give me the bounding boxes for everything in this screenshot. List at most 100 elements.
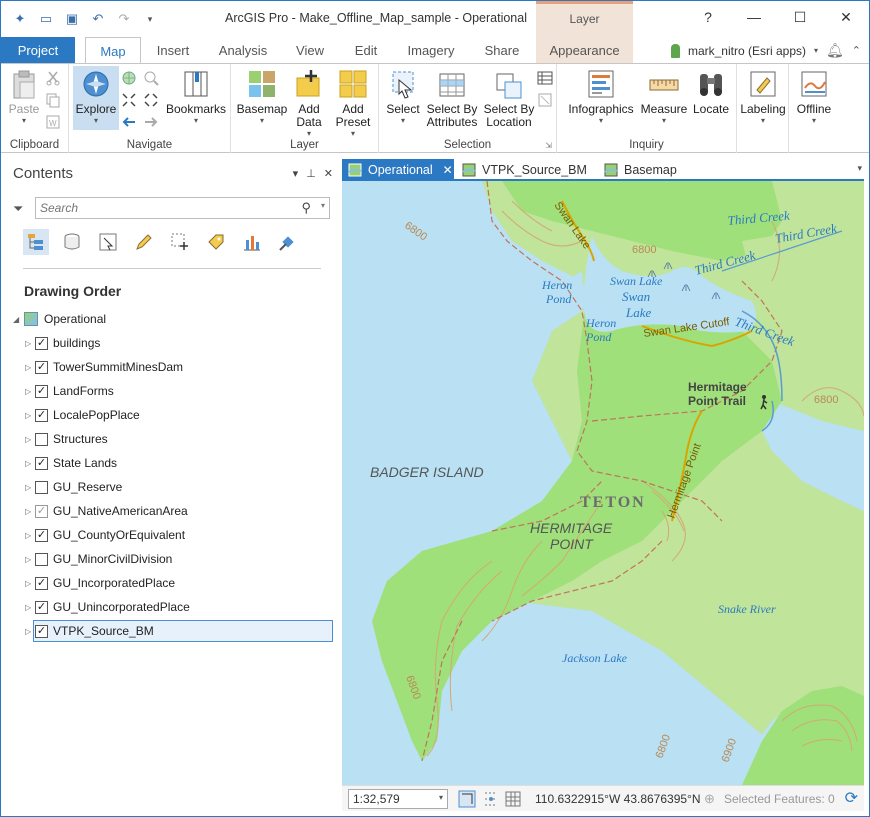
refresh-icon[interactable]: ⟳ (845, 788, 858, 808)
customize-qat-icon[interactable]: ▾ (139, 9, 161, 29)
expand-icon[interactable]: ▷ (25, 339, 31, 348)
undo-icon[interactable]: ↶ (87, 9, 109, 29)
layer-row[interactable]: ▷ GU_MinorCivilDivision (7, 547, 337, 571)
expand-icon[interactable]: ▷ (25, 531, 31, 540)
expand-icon[interactable]: ▷ (25, 603, 31, 612)
map-tab-basemap[interactable]: Basemap (598, 159, 718, 181)
tree-root-operational[interactable]: ◢ Operational (7, 307, 337, 331)
expand-icon[interactable]: ▷ (25, 387, 31, 396)
bookmarks-button[interactable]: Bookmarks ▾ (165, 68, 227, 125)
tab-appearance[interactable]: Appearance (536, 37, 633, 63)
redo-icon[interactable]: ↷ (113, 9, 135, 29)
attributes-table-icon[interactable] (537, 70, 553, 86)
layer-visibility-checkbox[interactable]: ✓ (35, 600, 48, 614)
list-by-selection-icon[interactable] (95, 229, 121, 255)
select-by-location-button[interactable]: Select By Location (481, 68, 537, 129)
list-by-perspective-imagery-icon[interactable] (275, 229, 301, 255)
open-folder-icon[interactable]: ▭ (35, 9, 57, 29)
layer-visibility-checkbox[interactable]: ✓ (35, 336, 48, 350)
selection-options-launcher-icon[interactable]: ⇲ (545, 141, 552, 150)
tab-map[interactable]: Map (85, 37, 141, 63)
list-by-charts-icon[interactable] (239, 229, 265, 255)
layer-visibility-checkbox[interactable]: ✓ (35, 528, 48, 542)
labeling-button[interactable]: Labeling ▾ (739, 68, 787, 125)
user-menu[interactable]: mark_nitro (Esri apps) ▾ 🔔︎ ⌃ (670, 42, 861, 59)
layer-row[interactable]: ▷ ✓ GU_IncorporatedPlace (7, 571, 337, 595)
copy-icon[interactable] (45, 92, 61, 108)
expand-icon[interactable]: ▷ (25, 627, 31, 636)
minimize-button[interactable]: — (731, 1, 777, 33)
layer-row[interactable]: ▷ ✓ buildings (7, 331, 337, 355)
layer-visibility-checkbox[interactable] (35, 480, 48, 494)
previous-extent-icon[interactable] (121, 114, 137, 130)
add-preset-button[interactable]: Add Preset ▾ (331, 68, 375, 138)
tab-analysis[interactable]: Analysis (211, 37, 275, 63)
expand-icon[interactable]: ▷ (25, 555, 31, 564)
scale-selector[interactable]: 1:32,579 ▾ (348, 789, 448, 809)
pin-icon[interactable]: ⊥ (306, 167, 316, 180)
select-by-attributes-button[interactable]: Select By Attributes (425, 68, 479, 129)
close-tab-icon[interactable]: ✕ (443, 163, 453, 177)
measure-button[interactable]: Measure ▾ (639, 68, 689, 125)
layer-visibility-checkbox[interactable] (35, 552, 48, 566)
list-by-data-source-icon[interactable] (59, 229, 85, 255)
tab-view[interactable]: View (287, 37, 333, 63)
maximize-button[interactable]: ☐ (777, 1, 823, 33)
expand-icon[interactable]: ▷ (25, 507, 31, 516)
filter-icon[interactable]: ⏷ (13, 201, 23, 217)
contents-search[interactable]: ⚲ ▾ (35, 197, 330, 219)
expand-icon[interactable]: ▷ (25, 411, 31, 420)
map-canvas[interactable]: 6800 Swan Lake 6800 Third Creek Third Cr… (342, 181, 864, 785)
tab-edit[interactable]: Edit (345, 37, 387, 63)
layer-row[interactable]: ▷ ✓ TowerSummitMinesDam (7, 355, 337, 379)
copy-path-icon[interactable]: W (45, 114, 61, 130)
grid-icon[interactable] (504, 790, 522, 808)
layer-row[interactable]: ▷ ✓ LandForms (7, 379, 337, 403)
layer-visibility-checkbox[interactable] (35, 432, 48, 446)
offline-button[interactable]: Offline ▾ (791, 68, 837, 125)
collapse-ribbon-icon[interactable]: ⌃ (852, 44, 861, 57)
expand-icon[interactable]: ▷ (25, 435, 31, 444)
layer-row[interactable]: ▷ ✓ State Lands (7, 451, 337, 475)
help-button[interactable]: ? (685, 1, 731, 33)
save-icon[interactable]: ▣ (61, 9, 83, 29)
list-by-snapping-icon[interactable] (167, 229, 193, 255)
scale-dropdown-icon[interactable]: ▾ (439, 793, 443, 802)
zoom-out-arrows-icon[interactable] (143, 92, 159, 108)
list-by-editing-icon[interactable] (131, 229, 157, 255)
clear-selection-icon[interactable] (537, 92, 553, 108)
explore-button[interactable]: Explore ▾ (73, 66, 119, 130)
layer-row[interactable]: ▷ Structures (7, 427, 337, 451)
notifications-bell-icon[interactable]: 🔔︎ (826, 42, 844, 59)
tab-share[interactable]: Share (475, 37, 529, 63)
pane-options-icon[interactable]: ▾ (293, 167, 299, 180)
zoom-in-arrows-icon[interactable] (121, 92, 137, 108)
layer-row[interactable]: ▷ ✓ GU_CountyOrEquivalent (7, 523, 337, 547)
layer-visibility-checkbox[interactable]: ✓ (35, 504, 48, 518)
tab-project[interactable]: Project (1, 37, 75, 63)
map-tab-vtpk-source-bm[interactable]: VTPK_Source_BM (456, 159, 596, 181)
layer-row[interactable]: ▷ ✓ GU_NativeAmericanArea (7, 499, 337, 523)
search-icon[interactable]: ⚲ (301, 200, 311, 216)
search-options-icon[interactable]: ▾ (321, 201, 325, 210)
expand-icon[interactable]: ▷ (25, 363, 31, 372)
next-extent-icon[interactable] (143, 114, 159, 130)
search-input[interactable] (36, 198, 276, 218)
layer-row[interactable]: ▷ ✓ LocalePopPlace (7, 403, 337, 427)
list-by-labeling-icon[interactable] (203, 229, 229, 255)
layer-row[interactable]: ▷ ✓ GU_UnincorporatedPlace (7, 595, 337, 619)
map-graphic[interactable]: 6800 Swan Lake 6800 Third Creek Third Cr… (342, 181, 864, 785)
layer-row[interactable]: ▷ GU_Reserve (7, 475, 337, 499)
select-button[interactable]: Select ▾ (383, 68, 423, 125)
collapse-icon[interactable]: ◢ (13, 315, 19, 324)
layer-visibility-checkbox[interactable]: ✓ (35, 360, 48, 374)
grid-snap-icon[interactable] (482, 790, 500, 808)
layer-visibility-checkbox[interactable]: ✓ (35, 456, 48, 470)
close-button[interactable]: ✕ (823, 1, 869, 33)
expand-icon[interactable]: ▷ (25, 483, 31, 492)
layer-visibility-checkbox[interactable]: ✓ (35, 384, 48, 398)
layer-row[interactable]: ▷ ✓ VTPK_Source_BM (7, 619, 337, 643)
globe-icon[interactable] (121, 70, 137, 86)
paste-button[interactable]: Paste ▾ (7, 68, 41, 125)
snapping-icon[interactable] (458, 790, 476, 808)
